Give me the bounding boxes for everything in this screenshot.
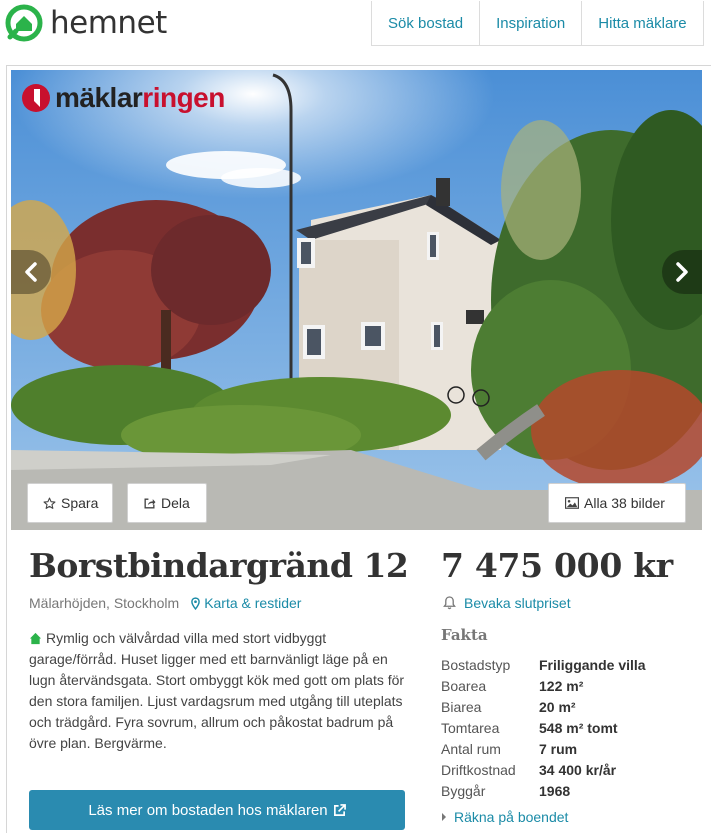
save-button[interactable]: Spara	[27, 483, 113, 523]
nav-search-home[interactable]: Sök bostad	[372, 1, 481, 46]
external-link-icon	[333, 803, 346, 816]
watch-final-price-link[interactable]: Bevaka slutpriset	[443, 595, 571, 611]
broker-logo-icon	[22, 84, 50, 112]
calculate-housing-cost-label: Räkna på boendet	[454, 809, 569, 825]
fact-value: 20 m²	[539, 699, 576, 715]
facts-list: Bostadstyp Friliggande villa Boarea 122 …	[441, 655, 646, 802]
share-button-label: Dela	[161, 495, 190, 511]
watch-final-price-label: Bevaka slutpriset	[464, 595, 571, 611]
broker-logo-text-part1: mäklar	[55, 82, 143, 113]
fact-value: 1968	[539, 783, 571, 799]
map-link-label: Karta & restider	[204, 595, 302, 611]
broker-logo[interactable]: mäklarringen	[21, 82, 225, 114]
image-icon	[565, 497, 579, 509]
fact-row-living-area: Boarea 122 m²	[441, 676, 646, 697]
fact-row-year-built: Byggår 1968	[441, 781, 646, 802]
house-icon	[29, 632, 42, 645]
listing-price: 7 475 000 kr	[441, 546, 673, 585]
fact-row-rooms: Antal rum 7 rum	[441, 739, 646, 760]
fact-value: 548 m² tomt	[539, 720, 618, 736]
listing-location: Mälarhöjden, Stockholm Karta & restider	[29, 595, 301, 611]
house-photo[interactable]	[11, 70, 702, 530]
all-photos-label: Alla 38 bilder	[584, 495, 665, 511]
listing-description-text: Rymlig och välvårdad villa med stort vid…	[29, 630, 405, 751]
listing-card: mäklarringen Spara Dela Alla 38 bilder B…	[6, 65, 711, 833]
fact-label: Boarea	[441, 678, 487, 694]
broker-logo-text: mäklarringen	[55, 82, 225, 114]
chevron-left-icon	[25, 262, 37, 282]
save-button-label: Spara	[61, 495, 99, 511]
next-photo-button[interactable]	[662, 250, 702, 294]
nav-inspiration[interactable]: Inspiration	[480, 1, 583, 46]
site-header: hemnet Sök bostad Inspiration Hitta mäkl…	[0, 0, 711, 46]
fact-label: Driftkostnad	[441, 762, 516, 778]
caret-right-icon	[442, 813, 446, 821]
fact-label: Tomtarea	[441, 720, 500, 736]
fact-label: Bostadstyp	[441, 657, 511, 673]
facts-heading: Fakta	[441, 626, 488, 644]
listing-area: Mälarhöjden, Stockholm	[29, 595, 180, 611]
fact-row-plot-area: Tomtarea 548 m² tomt	[441, 718, 646, 739]
nav-find-broker[interactable]: Hitta mäklare	[582, 1, 704, 46]
fact-label: Biarea	[441, 699, 482, 715]
fact-value: 34 400 kr/år	[539, 762, 617, 778]
chevron-right-icon	[676, 262, 688, 282]
read-more-at-broker-button[interactable]: Läs mer om bostaden hos mäklaren	[29, 790, 405, 830]
top-navigation: Sök bostad Inspiration Hitta mäklare	[371, 1, 704, 46]
map-pin-icon	[191, 596, 201, 610]
broker-logo-text-part2: ringen	[142, 82, 225, 113]
bell-icon	[443, 596, 456, 610]
share-icon	[144, 497, 156, 509]
fact-label: Byggår	[441, 783, 486, 799]
fact-row-operating-cost: Driftkostnad 34 400 kr/år	[441, 760, 646, 781]
photo-gallery[interactable]: mäklarringen Spara Dela Alla 38 bilder	[11, 70, 702, 530]
listing-description: Rymlig och välvårdad villa med stort vid…	[29, 628, 409, 754]
fact-label: Antal rum	[441, 741, 501, 757]
fact-value: Friliggande villa	[539, 657, 646, 673]
map-link[interactable]: Karta & restider	[191, 595, 301, 611]
hemnet-logo[interactable]: hemnet	[4, 2, 167, 44]
read-more-label: Läs mer om bostaden hos mäklaren	[88, 801, 328, 819]
share-button[interactable]: Dela	[127, 483, 207, 523]
hemnet-logo-text: hemnet	[50, 5, 167, 41]
fact-value: 7 rum	[539, 741, 578, 757]
listing-address: Borstbindargränd 12	[29, 546, 409, 585]
fact-row-housing-type: Bostadstyp Friliggande villa	[441, 655, 646, 676]
fact-value: 122 m²	[539, 678, 584, 694]
star-icon	[43, 497, 56, 509]
calculate-housing-cost-link[interactable]: Räkna på boendet	[441, 809, 568, 825]
fact-row-secondary-area: Biarea 20 m²	[441, 697, 646, 718]
hemnet-logo-icon	[5, 4, 43, 42]
all-photos-button[interactable]: Alla 38 bilder	[548, 483, 686, 523]
